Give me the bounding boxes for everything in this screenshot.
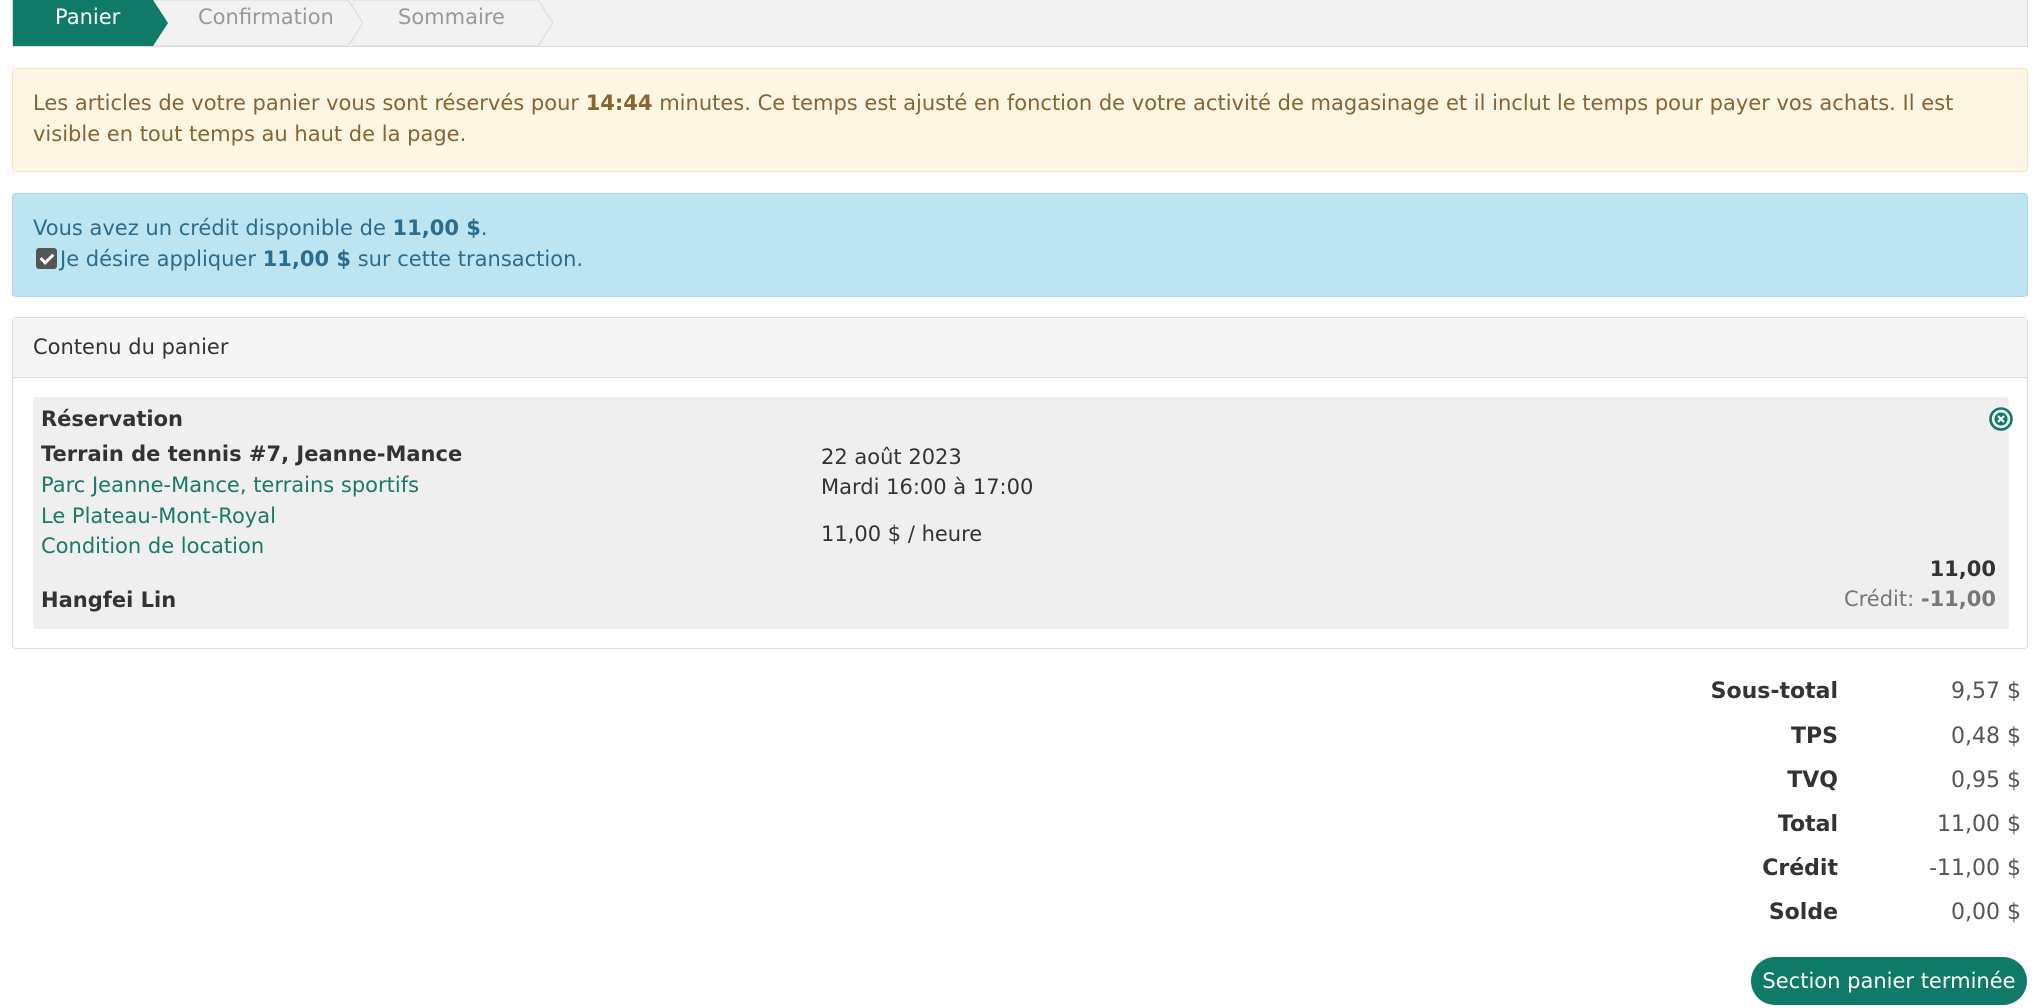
balance-label: Solde xyxy=(1768,900,1838,925)
item-time-slot: Mardi 16:00 à 17:00 xyxy=(821,475,1034,499)
remove-circle-icon[interactable] xyxy=(1988,406,2014,432)
credit-text: Vous avez un crédit disponible de xyxy=(33,216,393,240)
subtotal-label: Sous-total xyxy=(1710,679,1838,704)
step-panier: Panier xyxy=(13,0,168,46)
apply-credit-label: Je désire appliquer xyxy=(60,247,263,271)
apply-credit-checkbox[interactable] xyxy=(36,248,57,269)
credit-total-value: -11,00 $ xyxy=(1929,856,2021,881)
step-label: Confirmation xyxy=(198,5,334,29)
total-value: 11,00 $ xyxy=(1937,812,2021,837)
total-label: Total xyxy=(1777,812,1838,837)
tvq-value: 0,95 $ xyxy=(1951,768,2021,793)
item-credit: Crédit: -11,00 xyxy=(1844,587,1996,611)
item-borough-link[interactable]: Le Plateau-Mont-Royal xyxy=(41,504,276,528)
apply-credit-line: Je désire appliquer 11,00 $ sur cette tr… xyxy=(33,244,2007,275)
item-credit-label: Crédit: xyxy=(1843,587,1921,611)
checkout-steps: Sommaire Confirmation Panier xyxy=(12,0,2028,47)
cart-heading: Contenu du panier xyxy=(13,318,2027,378)
credit-available-line: Vous avez un crédit disponible de 11,00 … xyxy=(33,213,2007,244)
tps-label: TPS xyxy=(1791,724,1838,749)
subtotal-value: 9,57 $ xyxy=(1951,679,2021,704)
credit-alert: Vous avez un crédit disponible de 11,00 … xyxy=(12,193,2028,297)
item-date: 22 août 2023 xyxy=(821,445,962,469)
item-type: Réservation xyxy=(41,407,183,431)
item-rate: 11,00 $ / heure xyxy=(821,522,983,546)
item-facility: Terrain de tennis #7, Jeanne-Mance xyxy=(41,442,463,466)
credit-amount: 11,00 $ xyxy=(392,216,481,240)
step-label: Panier xyxy=(55,5,121,29)
item-credit-value: -11,00 xyxy=(1920,587,1996,611)
credit-text: . xyxy=(480,216,488,240)
balance-value: 0,00 $ xyxy=(1951,900,2021,925)
credit-total-label: Crédit xyxy=(1762,856,1838,881)
item-park-link[interactable]: Parc Jeanne-Mance, terrains sportifs xyxy=(41,473,419,497)
tps-value: 0,48 $ xyxy=(1951,724,2021,749)
notice-text: Les articles de votre panier vous sont r… xyxy=(33,91,586,115)
reservation-timer-alert: Les articles de votre panier vous sont r… xyxy=(12,68,2028,172)
tvq-label: TVQ xyxy=(1787,768,1838,793)
cart-panel: Contenu du panier Réservation Terrain de… xyxy=(12,317,2028,649)
reservation-time: 14:44 xyxy=(585,91,653,115)
cart-done-button[interactable]: Section panier terminée xyxy=(1751,957,2027,1005)
step-confirmation: Confirmation xyxy=(153,0,363,46)
apply-credit-label: sur cette transaction. xyxy=(351,247,584,271)
step-sommaire: Sommaire xyxy=(353,0,553,46)
apply-credit-amount: 11,00 $ xyxy=(262,247,352,271)
item-price: 11,00 xyxy=(1929,557,1996,581)
item-customer: Hangfei Lin xyxy=(41,588,177,612)
rental-conditions-link[interactable]: Condition de location xyxy=(41,534,264,558)
step-label: Sommaire xyxy=(398,5,505,29)
cart-item: Réservation Terrain de tennis #7, Jeanne… xyxy=(33,397,2013,629)
